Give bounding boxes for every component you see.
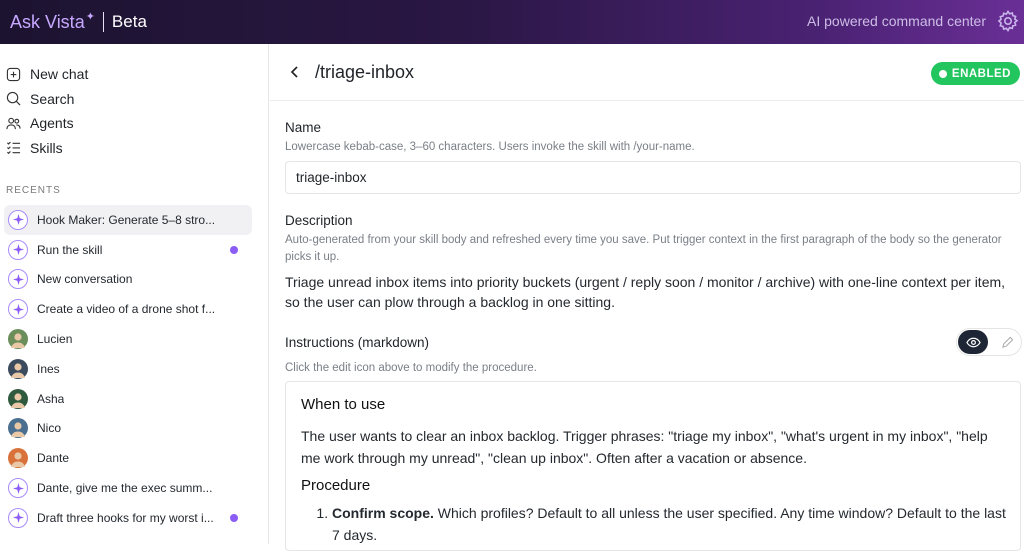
recent-item-label: Dante (37, 451, 70, 466)
recent-item[interactable]: Dante (0, 443, 268, 473)
recent-item[interactable]: Asha (0, 384, 268, 414)
page-title: /triage-inbox (315, 62, 415, 82)
brand-divider (102, 12, 104, 32)
skill-name-input[interactable]: triage-inbox (285, 161, 1021, 194)
name-hint: Lowercase kebab-case, 3–60 characters. U… (285, 141, 695, 153)
nav-skills[interactable]: Skills (0, 136, 268, 161)
page-header: /triage-inbox ENABLED (270, 44, 1024, 101)
sidebar: New chat Search Agents Skills RECENTS Ho… (0, 44, 269, 544)
nav-label: Search (30, 90, 75, 107)
pencil-icon (1001, 336, 1013, 348)
recent-item[interactable]: Nico (0, 414, 268, 444)
nav-search[interactable]: Search (0, 87, 268, 112)
md-heading-when: When to use (301, 396, 386, 413)
md-step: Confirm scope. Which profiles? Default t… (332, 502, 1006, 546)
avatar (8, 388, 28, 409)
md-step-bold: Confirm scope. (332, 505, 434, 521)
avatar (8, 418, 28, 439)
eye-icon (965, 337, 981, 347)
gear-icon[interactable] (996, 9, 1020, 33)
beta-label: Beta (111, 12, 147, 31)
preview-button[interactable] (958, 330, 988, 354)
status-badge[interactable]: ENABLED (930, 62, 1020, 85)
recent-item-label: Ines (37, 361, 60, 376)
recent-item-label: Lucien (37, 332, 73, 347)
status-badge-label: ENABLED (951, 67, 1011, 80)
sparkle-icon (8, 269, 28, 290)
recent-item-label: Run the skill (37, 242, 103, 257)
avatar (8, 358, 28, 379)
description-label: Description (285, 213, 353, 228)
sparkle-icon: ✦ (85, 10, 95, 23)
recents-list: Hook Maker: Generate 5–8 stro... Run the … (0, 205, 268, 533)
plus-square-icon (6, 67, 21, 81)
avatar (8, 329, 28, 350)
nav-label: New chat (30, 66, 89, 83)
md-step-list: Confirm scope. Which profiles? Default t… (301, 502, 1006, 546)
instructions-label: Instructions (markdown) (285, 335, 430, 350)
sparkle-icon (8, 478, 28, 499)
view-edit-toggle (956, 328, 1022, 356)
nav-label: Agents (30, 115, 74, 132)
description-hint: Auto-generated from your skill body and … (285, 234, 1002, 263)
app-subtitle: AI powered command center (807, 13, 986, 29)
search-icon (6, 92, 21, 106)
recent-item-label: Hook Maker: Generate 5–8 stro... (37, 212, 216, 227)
recent-item[interactable]: Lucien (0, 324, 268, 354)
edit-button[interactable] (999, 334, 1015, 350)
recent-item[interactable]: Run the skill (0, 235, 268, 265)
status-dot (938, 69, 947, 78)
sparkle-icon (8, 507, 28, 528)
recent-item[interactable]: New conversation (0, 265, 268, 295)
sidebar-nav: New chat Search Agents Skills (0, 44, 268, 160)
recent-item[interactable]: Ines (0, 354, 268, 384)
brand[interactable]: Ask Vista ✦ Beta (10, 10, 147, 33)
top-bar: Ask Vista ✦ Beta AI powered command cent… (0, 0, 1024, 44)
recent-item-label: Draft three hooks for my worst i... (37, 510, 214, 525)
sparkle-icon (8, 299, 28, 320)
recent-item-label: Create a video of a drone shot f... (37, 302, 216, 317)
back-arrow-icon[interactable] (288, 64, 302, 80)
md-step-text: Which profiles? Default to all unless th… (332, 505, 1006, 543)
sparkle-icon (8, 209, 28, 230)
nav-label: Skills (30, 139, 63, 156)
unread-dot (230, 513, 238, 522)
recents-heading: RECENTS (6, 185, 61, 196)
md-paragraph: The user wants to clear an inbox backlog… (301, 428, 988, 466)
instructions-preview: When to use The user wants to clear an i… (285, 381, 1021, 551)
description-text: Triage unread inbox items into priority … (285, 274, 1006, 310)
brand-name: Ask Vista (10, 11, 85, 32)
recent-item[interactable]: Draft three hooks for my worst i... (0, 503, 268, 533)
recent-item[interactable]: Hook Maker: Generate 5–8 stro... (4, 205, 252, 235)
skill-name-value: triage-inbox (296, 170, 367, 185)
list-check-icon (7, 141, 21, 155)
users-icon (6, 117, 21, 129)
name-label: Name (285, 120, 322, 135)
nav-new-chat[interactable]: New chat (0, 62, 268, 87)
recent-item-label: New conversation (37, 272, 133, 287)
recent-item-label: Asha (37, 391, 65, 406)
recent-item[interactable]: Create a video of a drone shot f... (0, 294, 268, 324)
nav-agents[interactable]: Agents (0, 111, 268, 136)
main-panel: /triage-inbox ENABLED Name Lowercase keb… (270, 44, 1024, 551)
recent-item[interactable]: Dante, give me the exec summ... (0, 473, 268, 503)
recent-item-label: Nico (37, 421, 62, 436)
sparkle-icon (8, 239, 28, 260)
avatar (8, 448, 28, 469)
md-heading-procedure: Procedure (301, 477, 371, 494)
recent-item-label: Dante, give me the exec summ... (37, 481, 213, 496)
instructions-hint: Click the edit icon above to modify the … (285, 362, 537, 374)
unread-dot (230, 245, 238, 254)
